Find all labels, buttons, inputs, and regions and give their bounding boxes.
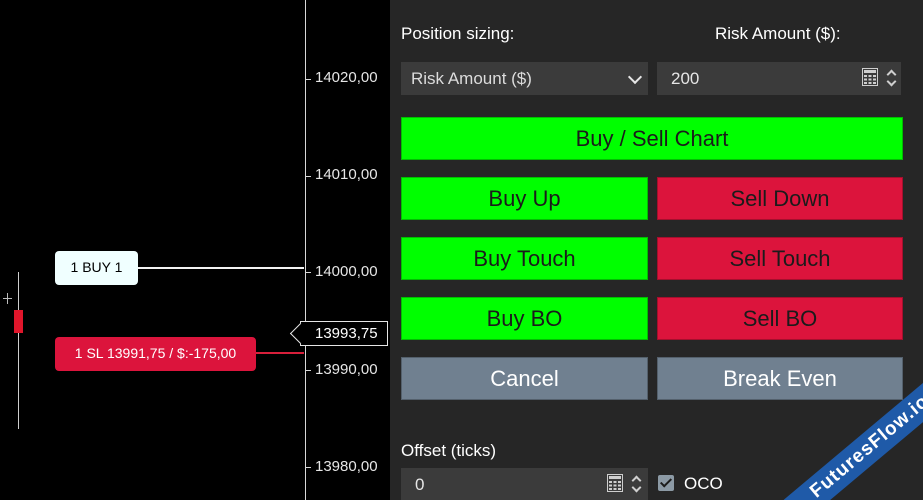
risk-amount-value: 200	[671, 69, 700, 88]
offset-spinner[interactable]	[631, 474, 641, 494]
offset-value: 0	[415, 475, 425, 494]
position-sizing-label: Position sizing:	[401, 24, 515, 43]
sell-bo-button[interactable]: Sell BO	[657, 297, 903, 340]
price-tick	[305, 467, 311, 468]
price-axis-label: 14020,00	[315, 69, 378, 86]
price-tick	[305, 176, 311, 177]
risk-amount-label: Risk Amount ($):	[715, 24, 841, 43]
buy-order-label[interactable]: 1 BUY 1	[55, 251, 138, 285]
price-axis-label: 13990,00	[315, 361, 378, 378]
candle-upper-wick	[18, 272, 19, 310]
cancel-button[interactable]: Cancel	[401, 357, 648, 400]
candle-body[interactable]	[14, 310, 23, 333]
stop-loss-line[interactable]	[255, 352, 304, 354]
buy-order-line[interactable]	[138, 267, 304, 269]
calculator-icon[interactable]	[607, 474, 623, 492]
calculator-icon[interactable]	[862, 68, 878, 86]
price-axis-line	[305, 0, 306, 500]
candle-lower-wick	[18, 333, 19, 429]
price-axis-label: 14010,00	[315, 166, 378, 183]
oco-checkbox[interactable]	[658, 475, 674, 491]
current-price-value: 13993,75	[315, 325, 378, 342]
buy-up-button[interactable]: Buy Up	[401, 177, 648, 220]
chevron-down-icon	[627, 69, 643, 85]
position-sizing-value: Risk Amount ($)	[411, 69, 532, 88]
risk-amount-spinner[interactable]	[886, 68, 896, 88]
price-axis-label: 14000,00	[315, 263, 378, 280]
offset-label: Offset (ticks)	[401, 441, 497, 460]
stop-loss-label[interactable]: 1 SL 13991,75 / $:-175,00	[55, 337, 256, 371]
sell-touch-button[interactable]: Sell Touch	[657, 237, 903, 280]
price-axis-label: 13980,00	[315, 458, 378, 475]
price-chart[interactable]: 14020,00 14010,00 14000,00 13990,00 1398…	[0, 0, 390, 500]
buy-sell-chart-button[interactable]: Buy / Sell Chart	[401, 117, 903, 160]
sell-down-button[interactable]: Sell Down	[657, 177, 903, 220]
price-tick	[305, 272, 311, 273]
buy-bo-button[interactable]: Buy BO	[401, 297, 648, 340]
position-sizing-select[interactable]: Risk Amount ($)	[401, 62, 648, 95]
price-tick	[305, 79, 311, 80]
oco-label: OCO	[684, 474, 723, 493]
break-even-button[interactable]: Break Even	[657, 357, 903, 400]
price-tick	[305, 370, 311, 371]
current-price-marker: 13993,75	[300, 321, 388, 346]
buy-touch-button[interactable]: Buy Touch	[401, 237, 648, 280]
crosshair-icon	[7, 293, 8, 304]
